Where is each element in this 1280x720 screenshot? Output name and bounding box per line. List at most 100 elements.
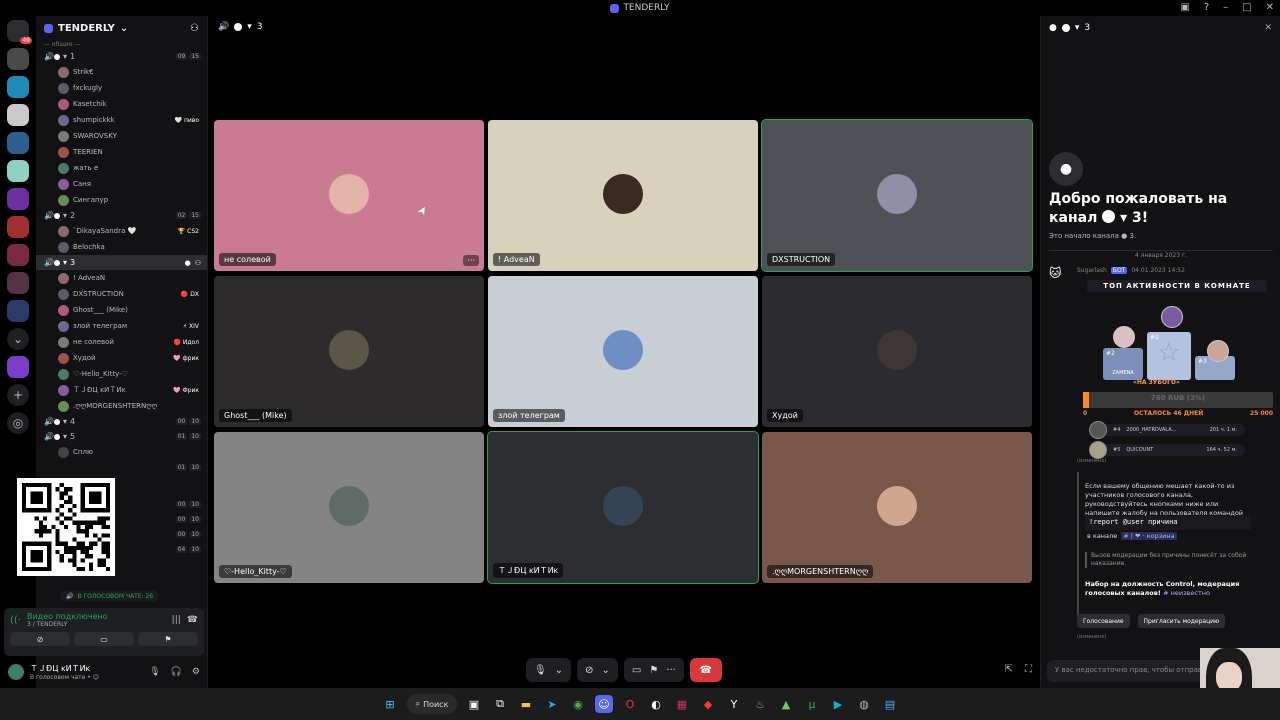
- avatar[interactable]: [1113, 326, 1135, 348]
- chevron-up-icon[interactable]: ⌄: [601, 665, 609, 676]
- video-tile[interactable]: ＴＪĐЦ ĸИＴИĸ: [487, 431, 759, 584]
- video-tile[interactable]: злой телеграм: [488, 276, 758, 427]
- telegram-icon[interactable]: ➤: [543, 695, 561, 713]
- voice-user[interactable]: shumpickkk 🤍 пиво: [36, 112, 207, 128]
- store-icon[interactable]: ⧉: [491, 695, 509, 713]
- server-icon[interactable]: [7, 132, 29, 154]
- microphone-icon[interactable]: 🎙: [149, 667, 160, 677]
- activity-button[interactable]: ⚑: [138, 632, 198, 646]
- voice-user[interactable]: Худой 🩷 фрик: [36, 350, 207, 366]
- voice-user[interactable]: Kasetchik: [36, 96, 207, 112]
- server-icon[interactable]: [7, 216, 29, 238]
- video-tile[interactable]: ♡-Hello_Kitty-♡: [214, 432, 484, 583]
- disconnect-icon[interactable]: ☎: [187, 615, 198, 625]
- chrome-icon[interactable]: ◉: [569, 695, 587, 713]
- activity-icon[interactable]: ⚑: [649, 665, 658, 676]
- start-icon[interactable]: ⊞: [381, 695, 399, 713]
- yandex-icon[interactable]: Y: [725, 695, 743, 713]
- avatar[interactable]: [1089, 421, 1107, 439]
- voice-user[interactable]: Ghost___ (Mike): [36, 302, 207, 318]
- voice-user[interactable]: Сингапур: [36, 192, 207, 208]
- discover-icon[interactable]: ◎: [7, 412, 29, 434]
- voice-user[interactable]: жать е: [36, 160, 207, 176]
- task-view-icon[interactable]: ▣: [465, 695, 483, 713]
- minimize-button[interactable]: –: [1223, 2, 1228, 13]
- voice-channel-4[interactable]: 🔊 ▾ 4 00 10: [36, 414, 207, 429]
- voice-user[interactable]: ＴＪĐЦ ĸИＴИĸ 🩷 Фрик: [36, 382, 207, 398]
- hang-up-button[interactable]: ☎: [689, 658, 722, 682]
- voice-user[interactable]: SWAROVSKY: [36, 128, 207, 144]
- voice-channel-2[interactable]: 🔊 ▾ 2 02 15: [36, 208, 207, 223]
- voice-user[interactable]: TEERIEN: [36, 144, 207, 160]
- popout-icon[interactable]: ⇱: [1005, 664, 1013, 675]
- server-header[interactable]: TENDERLY ⌄ ⚇: [36, 16, 207, 40]
- voice-user[interactable]: `DikayaSandra 🤍 🏆 CS2: [36, 223, 207, 239]
- gear-icon[interactable]: ⚙: [192, 667, 200, 677]
- category-label[interactable]: — общие —: [36, 40, 207, 49]
- close-icon[interactable]: ✕: [1264, 23, 1272, 33]
- voice-user[interactable]: Саня: [36, 176, 207, 192]
- obs-icon[interactable]: ◍: [855, 695, 873, 713]
- maximize-button[interactable]: □: [1242, 2, 1251, 13]
- voice-user[interactable]: DXSTRUCTION 🔴 DX: [36, 286, 207, 302]
- chat-bubble-icon[interactable]: ●: [185, 259, 191, 267]
- video-tile[interactable]: ! AdveaN: [488, 120, 758, 271]
- notepad-icon[interactable]: ▤: [881, 695, 899, 713]
- avatar[interactable]: [1161, 306, 1183, 328]
- app-icon[interactable]: ◆: [699, 695, 717, 713]
- camera-control[interactable]: ⊘ ⌄: [577, 658, 618, 682]
- noise-suppression-icon[interactable]: |||: [172, 615, 181, 625]
- video-tile[interactable]: не солевой ··· ➤: [214, 120, 484, 271]
- app-icon[interactable]: ▦: [673, 695, 691, 713]
- voice-user[interactable]: Strik€: [36, 64, 207, 80]
- more-icon[interactable]: ···: [666, 665, 676, 676]
- opera-icon[interactable]: O: [621, 695, 639, 713]
- channel-link[interactable]: # | ❤ · корзина: [1121, 532, 1177, 540]
- voice-channel-1[interactable]: 🔊 ▾ 1 09 15: [36, 49, 207, 64]
- mic-control[interactable]: 🎙 ⌄: [526, 658, 572, 682]
- invite-moderation-button[interactable]: Пригласить модерацию: [1137, 614, 1226, 628]
- server-icon[interactable]: [7, 300, 29, 322]
- discord-icon[interactable]: ☺: [595, 695, 613, 713]
- voice-user[interactable]: fxckugly: [36, 80, 207, 96]
- screen-share-icon[interactable]: ▭: [632, 665, 641, 676]
- more-icon[interactable]: ···: [463, 255, 479, 266]
- avatar[interactable]: [1207, 340, 1229, 362]
- folder-icon[interactable]: ▬: [517, 695, 535, 713]
- vote-button[interactable]: Голосование: [1077, 614, 1130, 628]
- video-tile[interactable]: Худой: [762, 276, 1032, 427]
- hidden-channel[interactable]: 01 10: [36, 460, 207, 475]
- voice-channel-5[interactable]: 🔊 ▾ 5 01 10: [36, 429, 207, 444]
- voice-user[interactable]: Belochka: [36, 239, 207, 255]
- video-tile[interactable]: Ghost___ (Mike): [214, 276, 484, 427]
- server-icon[interactable]: [7, 104, 29, 126]
- screen-share-button[interactable]: ▭: [74, 632, 134, 646]
- voice-user[interactable]: ♡-Hello_Kitty-♡: [36, 366, 207, 382]
- app-icon[interactable]: ▶: [829, 695, 847, 713]
- server-icon[interactable]: [7, 48, 29, 70]
- app-icon[interactable]: ▲: [777, 695, 795, 713]
- microphone-icon[interactable]: 🎙: [534, 665, 547, 676]
- folder-chevron-icon[interactable]: ⌄: [7, 328, 29, 350]
- chevron-up-icon[interactable]: ⌄: [555, 665, 563, 676]
- headphones-icon[interactable]: 🎧: [171, 667, 182, 677]
- voice-user[interactable]: не солевой 🔴 Идол: [36, 334, 207, 350]
- avatar[interactable]: [1089, 441, 1107, 459]
- camera-off-button[interactable]: ⊘: [10, 632, 70, 646]
- camera-off-icon[interactable]: ⊘: [585, 665, 593, 676]
- voice-user[interactable]: Сплю: [36, 444, 207, 460]
- server-icon[interactable]: [7, 356, 29, 378]
- server-icon[interactable]: [7, 76, 29, 98]
- avatar[interactable]: [8, 664, 24, 680]
- video-tile[interactable]: .ღღMORGENSHTERNღღ: [762, 432, 1032, 583]
- invite-people-icon[interactable]: ⚇: [190, 23, 199, 34]
- voice-channel-3[interactable]: 🔊 ▾ 3 ● ⚇: [36, 255, 207, 270]
- close-window-button[interactable]: ✕: [1266, 2, 1274, 13]
- steam-icon[interactable]: ♨: [751, 695, 769, 713]
- server-icon[interactable]: [7, 188, 29, 210]
- inbox-icon[interactable]: ▣: [1180, 2, 1189, 13]
- fullscreen-icon[interactable]: ⛶: [1025, 664, 1032, 675]
- signal-icon[interactable]: ((·: [10, 615, 21, 626]
- channel-link[interactable]: # неизвестно: [1163, 589, 1210, 597]
- search-box[interactable]: ⌕ Поиск: [407, 694, 457, 714]
